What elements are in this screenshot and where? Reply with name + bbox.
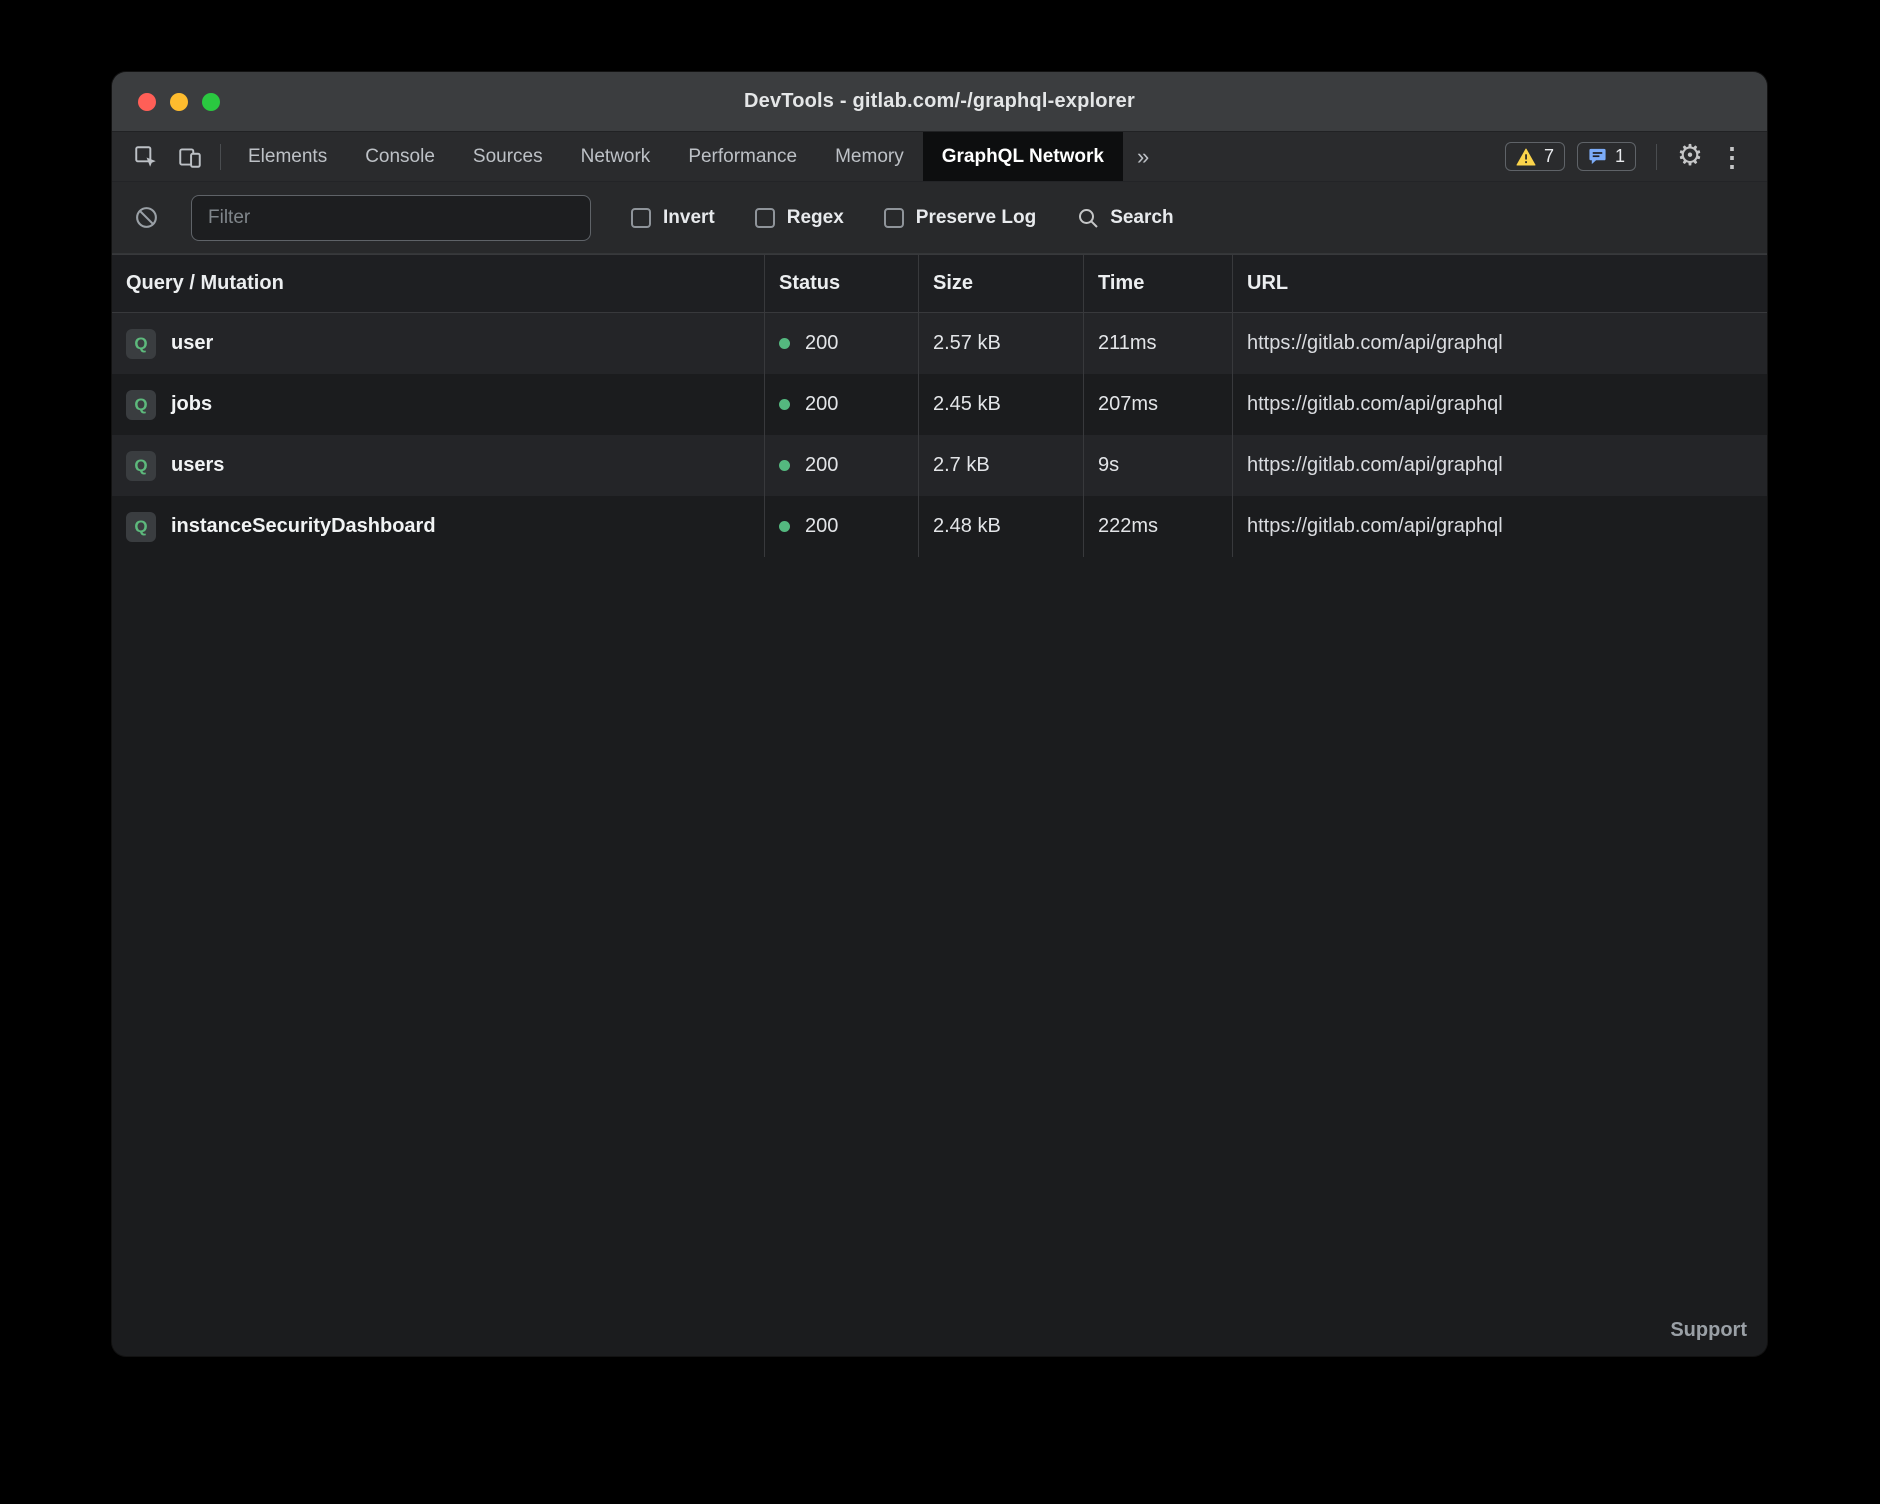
column-header-status[interactable]: Status [764,255,918,312]
size-cell: 2.45 kB [918,374,1083,435]
checkbox-label: Regex [787,207,844,229]
column-header-query[interactable]: Query / Mutation [112,255,764,312]
status-cell: 200 [764,313,918,374]
status-code: 200 [805,332,838,355]
tab-network[interactable]: Network [562,132,670,181]
query-name: jobs [171,393,212,416]
status-code: 200 [805,454,838,477]
tab-console[interactable]: Console [346,132,454,181]
size-cell: 2.7 kB [918,435,1083,496]
url-cell: https://gitlab.com/api/graphql [1232,374,1767,435]
filter-input[interactable] [191,195,591,241]
checkbox-box[interactable] [631,208,651,228]
settings-gear-icon[interactable]: ⚙ [1677,142,1703,171]
table-row[interactable]: Q jobs 200 2.45 kB 207ms https://gitlab.… [112,374,1767,435]
inspect-element-icon[interactable] [124,132,168,181]
requests-table: Query / Mutation Status Size Time URL Q … [112,254,1767,1356]
search-button[interactable]: Search [1076,206,1173,230]
warnings-count: 7 [1544,146,1554,167]
devtools-window: DevTools - gitlab.com/-/graphql-explorer… [112,72,1767,1356]
minimize-window-button[interactable] [170,93,188,111]
tab-elements[interactable]: Elements [229,132,346,181]
url-cell: https://gitlab.com/api/graphql [1232,496,1767,557]
query-cell: Q user [112,313,764,374]
query-cell: Q users [112,435,764,496]
warning-icon [1516,148,1536,166]
filter-toolbar: Invert Regex Preserve Log Search [112,182,1767,254]
query-name: user [171,332,213,355]
tab-sources[interactable]: Sources [454,132,562,181]
tab-performance[interactable]: Performance [669,132,816,181]
status-ok-icon [779,460,790,471]
regex-checkbox[interactable]: Regex [755,207,844,229]
query-cell: Q instanceSecurityDashboard [112,496,764,557]
invert-checkbox[interactable]: Invert [631,207,715,229]
query-type-badge: Q [126,512,156,542]
toolbar-divider [220,144,221,170]
url-cell: https://gitlab.com/api/graphql [1232,435,1767,496]
checkbox-box[interactable] [884,208,904,228]
status-ok-icon [779,399,790,410]
column-header-url[interactable]: URL [1232,255,1767,312]
size-cell: 2.57 kB [918,313,1083,374]
preserve-log-checkbox[interactable]: Preserve Log [884,207,1036,229]
clear-requests-icon[interactable] [134,205,159,230]
table-row[interactable]: Q instanceSecurityDashboard 200 2.48 kB … [112,496,1767,557]
status-ok-icon [779,521,790,532]
tab-graphql-network[interactable]: GraphQL Network [923,132,1123,181]
status-code: 200 [805,393,838,416]
issues-icon [1588,147,1607,166]
checkbox-box[interactable] [755,208,775,228]
table-row[interactable]: Q users 200 2.7 kB 9s https://gitlab.com… [112,435,1767,496]
query-name: users [171,454,224,477]
url-cell: https://gitlab.com/api/graphql [1232,313,1767,374]
close-window-button[interactable] [138,93,156,111]
time-cell: 207ms [1083,374,1232,435]
time-cell: 222ms [1083,496,1232,557]
tab-memory[interactable]: Memory [816,132,923,181]
traffic-lights [138,72,220,131]
tabbar-right-controls: 7 1 ⚙ ⋮ [1505,132,1767,181]
query-type-badge: Q [126,329,156,359]
toolbar-divider [1656,144,1657,170]
search-label: Search [1110,207,1173,229]
status-cell: 200 [764,374,918,435]
zoom-window-button[interactable] [202,93,220,111]
query-type-badge: Q [126,451,156,481]
time-cell: 9s [1083,435,1232,496]
column-header-time[interactable]: Time [1083,255,1232,312]
query-name: instanceSecurityDashboard [171,515,436,538]
checkbox-label: Invert [663,207,715,229]
titlebar: DevTools - gitlab.com/-/graphql-explorer [112,72,1767,132]
more-tabs-chevron-icon[interactable]: » [1123,132,1163,181]
issues-badge[interactable]: 1 [1577,142,1636,171]
device-toolbar-icon[interactable] [168,132,212,181]
issues-count: 1 [1615,146,1625,167]
size-cell: 2.48 kB [918,496,1083,557]
search-icon [1076,206,1100,230]
checkbox-label: Preserve Log [916,207,1036,229]
support-link[interactable]: Support [1670,1319,1747,1342]
devtools-tab-bar: Elements Console Sources Network Perform… [112,132,1767,182]
status-code: 200 [805,515,838,538]
query-cell: Q jobs [112,374,764,435]
table-row[interactable]: Q user 200 2.57 kB 211ms https://gitlab.… [112,313,1767,374]
table-header-row: Query / Mutation Status Size Time URL [112,254,1767,313]
query-type-badge: Q [126,390,156,420]
warnings-badge[interactable]: 7 [1505,142,1565,171]
column-header-size[interactable]: Size [918,255,1083,312]
status-cell: 200 [764,496,918,557]
time-cell: 211ms [1083,313,1232,374]
more-options-icon[interactable]: ⋮ [1715,144,1749,170]
status-cell: 200 [764,435,918,496]
status-ok-icon [779,338,790,349]
window-title: DevTools - gitlab.com/-/graphql-explorer [744,90,1135,113]
